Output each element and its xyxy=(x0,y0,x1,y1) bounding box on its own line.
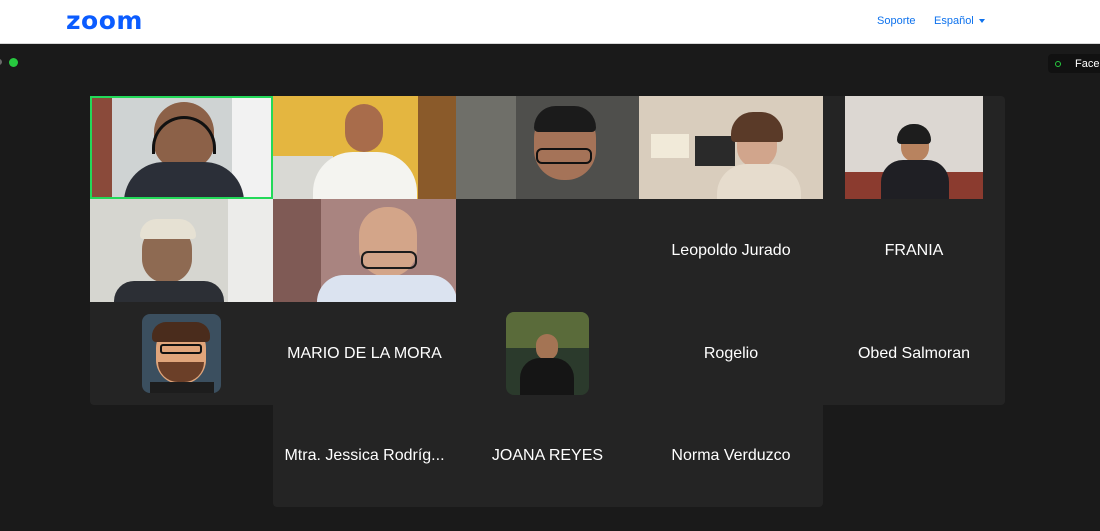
participant-name: Leopoldo Jurado xyxy=(671,241,791,259)
participant-name: MARIO DE LA MORA xyxy=(287,344,442,362)
participant-body xyxy=(881,160,949,199)
video-tile[interactable] xyxy=(456,96,639,199)
language-dropdown[interactable]: Español xyxy=(934,15,985,27)
participant-hair xyxy=(534,106,596,132)
share-indicator-label: Faceb xyxy=(1075,58,1100,70)
participant-body xyxy=(124,162,244,197)
support-link[interactable]: Soporte xyxy=(877,15,916,27)
signal-icon xyxy=(1055,61,1061,67)
cap-icon xyxy=(140,219,196,239)
video-background xyxy=(418,96,456,199)
participant-name: Mtra. Jessica Rodríg... xyxy=(284,446,445,464)
glasses-icon xyxy=(536,148,592,164)
participant-name: Obed Salmoran xyxy=(857,344,971,362)
video-background xyxy=(228,199,273,302)
participant-tile[interactable]: Obed Salmoran xyxy=(823,302,1005,405)
video-tile[interactable] xyxy=(639,96,823,199)
participant-tile[interactable] xyxy=(456,302,639,405)
glasses-icon xyxy=(361,251,417,269)
participant-tile[interactable]: MARIO DE LA MORA xyxy=(273,302,456,405)
video-tile[interactable] xyxy=(845,96,983,199)
participant-tile[interactable]: JOANA REYES xyxy=(456,404,639,507)
video-background xyxy=(92,98,112,197)
participant-body xyxy=(317,275,456,302)
participant-body xyxy=(114,281,224,302)
participant-body xyxy=(313,152,417,199)
participant-name: JOANA REYES xyxy=(491,446,604,464)
video-tile[interactable] xyxy=(90,199,273,302)
window-control-icon[interactable] xyxy=(0,59,2,65)
participant-tile[interactable]: Mtra. Jessica Rodríg... xyxy=(273,404,456,507)
participant-tile[interactable]: FRANIA xyxy=(823,199,1005,302)
chevron-down-icon xyxy=(978,19,985,24)
zoom-logo[interactable]: zoom xyxy=(66,6,143,35)
participant-hair xyxy=(897,124,931,144)
video-background xyxy=(456,96,516,199)
participant-name: FRANIA xyxy=(884,241,944,259)
video-background xyxy=(651,134,689,158)
participant-tile[interactable] xyxy=(90,302,273,405)
maximize-icon[interactable] xyxy=(9,58,18,67)
language-label: Español xyxy=(934,15,974,27)
participant-name: Norma Verduzco xyxy=(671,446,791,464)
avatar xyxy=(506,312,589,395)
participant-tile[interactable]: Leopoldo Jurado xyxy=(639,199,823,302)
participant-name: Rogelio xyxy=(703,344,759,362)
avatar xyxy=(142,314,221,393)
participant-hair xyxy=(731,112,783,142)
video-tile-active-speaker[interactable] xyxy=(90,96,273,199)
video-background xyxy=(273,199,321,302)
video-tile[interactable] xyxy=(273,199,456,302)
participant-tile[interactable]: Norma Verduzco xyxy=(639,404,823,507)
video-tile[interactable] xyxy=(273,96,456,199)
top-bar: zoom Soporte Español xyxy=(0,0,1100,44)
participant-head xyxy=(345,104,383,152)
participant-body xyxy=(717,164,801,199)
video-background xyxy=(695,136,735,166)
participant-tile[interactable]: Rogelio xyxy=(639,302,823,405)
